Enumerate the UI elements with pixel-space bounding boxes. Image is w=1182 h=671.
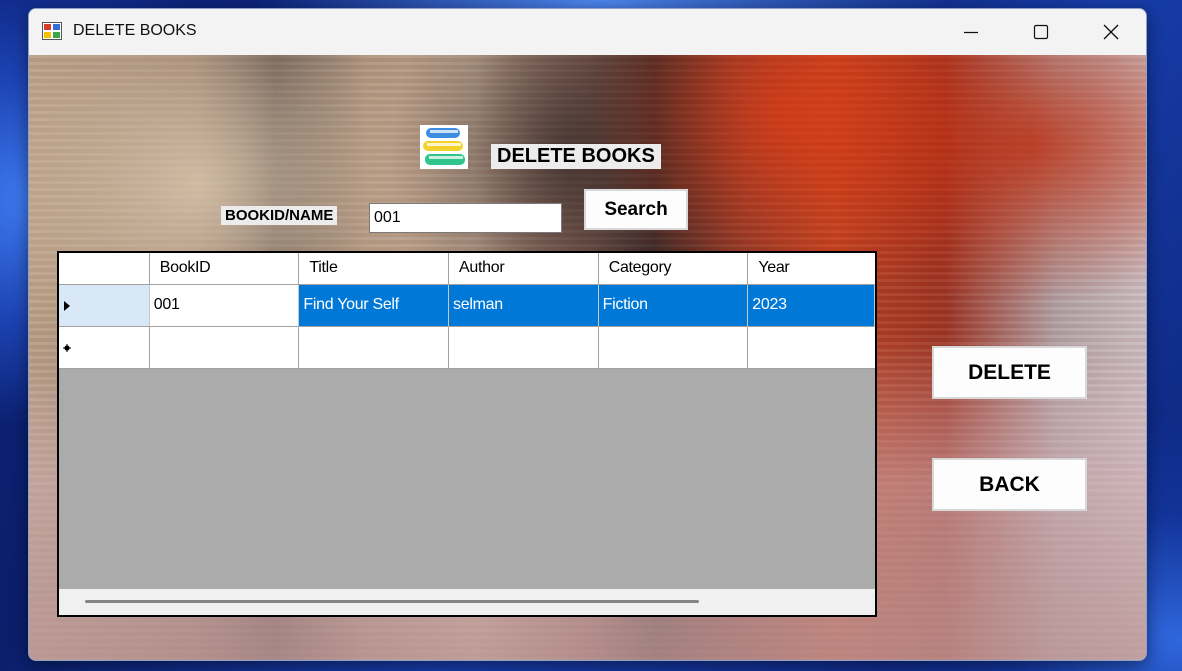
page-title: DELETE BOOKS — [491, 144, 661, 169]
scrollbar-thumb[interactable] — [85, 600, 699, 603]
window-title: DELETE BOOKS — [73, 22, 197, 39]
back-button[interactable]: BACK — [932, 458, 1087, 511]
search-button[interactable]: Search — [584, 189, 688, 230]
cell-category[interactable]: Fiction — [598, 285, 749, 327]
form-client-area: DELETE BOOKS BOOKID/NAME Search BookID T… — [29, 55, 1146, 660]
close-button[interactable] — [1076, 9, 1146, 55]
books-data-grid[interactable]: BookID Title Author Category Year 001 Fi… — [57, 251, 877, 617]
new-cell-author[interactable] — [449, 327, 599, 369]
cell-title[interactable]: Find Your Self — [299, 285, 450, 327]
horizontal-scrollbar[interactable] — [59, 589, 875, 615]
new-cell-category[interactable] — [598, 327, 749, 369]
minimize-icon — [964, 31, 978, 34]
column-header-year[interactable]: Year — [748, 253, 875, 285]
asterisk-icon — [63, 343, 71, 352]
maximize-button[interactable] — [1006, 9, 1076, 55]
maximize-icon — [1033, 24, 1049, 40]
grid-header-row: BookID Title Author Category Year — [59, 253, 875, 285]
minimize-button[interactable] — [936, 9, 1006, 55]
books-stack-icon — [420, 125, 468, 169]
title-bar[interactable]: DELETE BOOKS — [29, 9, 1146, 55]
app-window: DELETE BOOKS DELETE BOOKS BOOKID/NAME 00… — [28, 8, 1147, 661]
column-header-category[interactable]: Category — [598, 253, 749, 285]
column-header-bookid[interactable]: BookID — [149, 253, 300, 285]
table-row[interactable]: 001 Find Your Self selman Fiction 2023 — [59, 285, 875, 327]
search-input[interactable] — [369, 203, 562, 233]
cell-year[interactable]: 2023 — [748, 285, 875, 327]
row-header-current[interactable] — [59, 285, 150, 327]
cell-author[interactable]: selman — [449, 285, 599, 327]
new-row[interactable] — [59, 327, 875, 369]
row-header-new[interactable] — [59, 327, 150, 369]
column-header-author[interactable]: Author — [449, 253, 599, 285]
cell-bookid[interactable]: 001 — [149, 285, 300, 327]
triangle-right-icon — [64, 300, 70, 311]
new-cell-title[interactable] — [299, 327, 450, 369]
grid-corner-header[interactable] — [59, 253, 150, 285]
close-icon — [1103, 24, 1119, 40]
new-cell-year[interactable] — [748, 327, 875, 369]
delete-button[interactable]: DELETE — [932, 346, 1087, 399]
new-cell-bookid[interactable] — [149, 327, 300, 369]
search-label: BOOKID/NAME — [221, 206, 338, 225]
column-header-title[interactable]: Title — [299, 253, 450, 285]
app-icon — [42, 22, 62, 40]
